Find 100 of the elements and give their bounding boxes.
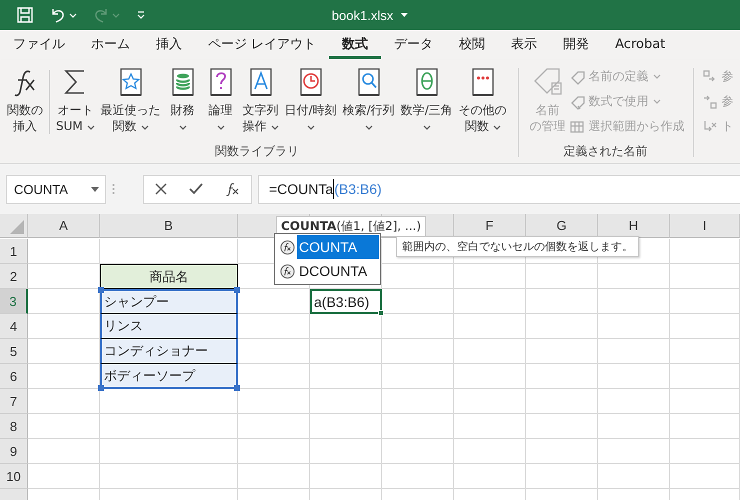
grid-cell[interactable]: [526, 439, 598, 464]
grid-cell[interactable]: [670, 464, 740, 489]
grid-cell[interactable]: [526, 389, 598, 414]
grid-cell[interactable]: [454, 364, 526, 389]
grid-cell[interactable]: [454, 389, 526, 414]
grid-cell[interactable]: [310, 339, 382, 364]
ribbon-tab[interactable]: 開発: [550, 31, 602, 59]
grid-cell[interactable]: [310, 414, 382, 439]
ribbon-tab[interactable]: ファイル: [0, 31, 78, 59]
caret-icon[interactable]: [91, 186, 99, 192]
formula-input[interactable]: =COUNTa(B3:B6): [258, 174, 740, 204]
grid-cell[interactable]: [238, 389, 310, 414]
ribbon-tab[interactable]: 校閲: [446, 31, 498, 59]
grid-cell[interactable]: [238, 414, 310, 439]
name-box[interactable]: COUNTA: [6, 174, 106, 204]
ribbon-button[interactable]: 日付/時刻: [282, 64, 340, 136]
grid-cell[interactable]: [454, 264, 526, 289]
grid-cell[interactable]: [310, 314, 382, 339]
ribbon-button[interactable]: オート SUM: [53, 64, 98, 136]
column-header[interactable]: I: [670, 214, 740, 238]
grid-cell[interactable]: [382, 289, 454, 314]
grid-cell[interactable]: [454, 314, 526, 339]
grid-cell[interactable]: [382, 264, 454, 289]
ribbon-button[interactable]: 数学/三角: [398, 64, 456, 136]
grid-cell[interactable]: [238, 314, 310, 339]
caret-icon[interactable]: [401, 13, 408, 17]
grid-cell[interactable]: [598, 464, 670, 489]
grid-cell[interactable]: [598, 289, 670, 314]
grid-cell[interactable]: [454, 289, 526, 314]
grid-cell[interactable]: [238, 339, 310, 364]
ribbon-button[interactable]: 検索/行列: [340, 64, 398, 136]
grid-cell[interactable]: [670, 314, 740, 339]
grid-cell[interactable]: [670, 389, 740, 414]
grid-cell[interactable]: [238, 364, 310, 389]
customize-toolbar-icon[interactable]: [136, 10, 146, 20]
range-handle[interactable]: [234, 385, 240, 391]
row-header[interactable]: 2: [0, 264, 28, 289]
row-header[interactable]: 4: [0, 314, 28, 339]
grid-cell[interactable]: [310, 364, 382, 389]
grid-cell[interactable]: [670, 414, 740, 439]
column-header[interactable]: F: [454, 214, 526, 238]
grid-cell[interactable]: [310, 464, 382, 489]
row-header[interactable]: 6: [0, 364, 28, 389]
grid-cell[interactable]: [238, 289, 310, 314]
fill-handle[interactable]: [378, 310, 384, 316]
row-header[interactable]: 7: [0, 389, 28, 414]
ribbon-tab[interactable]: Acrobat: [602, 32, 678, 58]
ribbon-button[interactable]: 文字列 操作: [240, 64, 282, 136]
ribbon-tab[interactable]: ホーム: [78, 31, 143, 59]
row-header[interactable]: 1: [0, 239, 28, 264]
grid-cell[interactable]: [526, 364, 598, 389]
grid-cell[interactable]: [598, 339, 670, 364]
ribbon-tab[interactable]: ページ レイアウト: [195, 31, 330, 59]
grid-cell[interactable]: [526, 314, 598, 339]
row-header[interactable]: 8: [0, 414, 28, 439]
row-header[interactable]: 9: [0, 439, 28, 464]
column-header[interactable]: A: [28, 214, 100, 238]
grid-cell[interactable]: [382, 464, 454, 489]
range-handle[interactable]: [234, 287, 240, 293]
grid-cell[interactable]: [238, 439, 310, 464]
active-cell[interactable]: a(B3:B6): [310, 289, 382, 314]
ribbon-tab[interactable]: 表示: [498, 31, 550, 59]
insert-function-icon[interactable]: [226, 182, 240, 196]
grid-cell[interactable]: [310, 439, 382, 464]
cancel-icon[interactable]: [155, 183, 168, 195]
grid-cell[interactable]: [382, 339, 454, 364]
grid-cell[interactable]: [28, 414, 100, 439]
grid-cell[interactable]: [670, 364, 740, 389]
grid-cell[interactable]: [100, 414, 238, 439]
grid-cell[interactable]: [526, 289, 598, 314]
grid-cell[interactable]: [382, 314, 454, 339]
grid-cell[interactable]: [454, 464, 526, 489]
autocomplete-item[interactable]: DCOUNTA: [297, 259, 379, 283]
grid-cell[interactable]: [238, 464, 310, 489]
grid-cell[interactable]: [598, 264, 670, 289]
grid-cell[interactable]: [598, 439, 670, 464]
ribbon-button[interactable]: 財務: [164, 64, 202, 136]
grid-cell[interactable]: [28, 464, 100, 489]
undo-icon[interactable]: [50, 7, 66, 23]
grid-cell[interactable]: [28, 439, 100, 464]
row-header[interactable]: 5: [0, 339, 28, 364]
column-header[interactable]: H: [598, 214, 670, 238]
grid-cell[interactable]: [526, 264, 598, 289]
grid-cell[interactable]: [670, 264, 740, 289]
grid-cell[interactable]: [28, 389, 100, 414]
grid-cell[interactable]: [28, 239, 100, 264]
ribbon-button[interactable]: その他の 関数: [456, 64, 510, 136]
save-icon[interactable]: [16, 6, 34, 24]
grid-cell[interactable]: [310, 389, 382, 414]
column-header[interactable]: G: [526, 214, 598, 238]
grid-cell[interactable]: [454, 439, 526, 464]
range-handle[interactable]: [98, 385, 104, 391]
grid-cell[interactable]: [382, 439, 454, 464]
ribbon-button[interactable]: 論理: [202, 64, 240, 136]
row-header[interactable]: 3: [0, 289, 28, 314]
grid-cell[interactable]: [100, 439, 238, 464]
grid-cell[interactable]: [670, 339, 740, 364]
grid-cell[interactable]: [100, 464, 238, 489]
grid-cell[interactable]: [454, 339, 526, 364]
grid-cell[interactable]: [670, 239, 740, 264]
